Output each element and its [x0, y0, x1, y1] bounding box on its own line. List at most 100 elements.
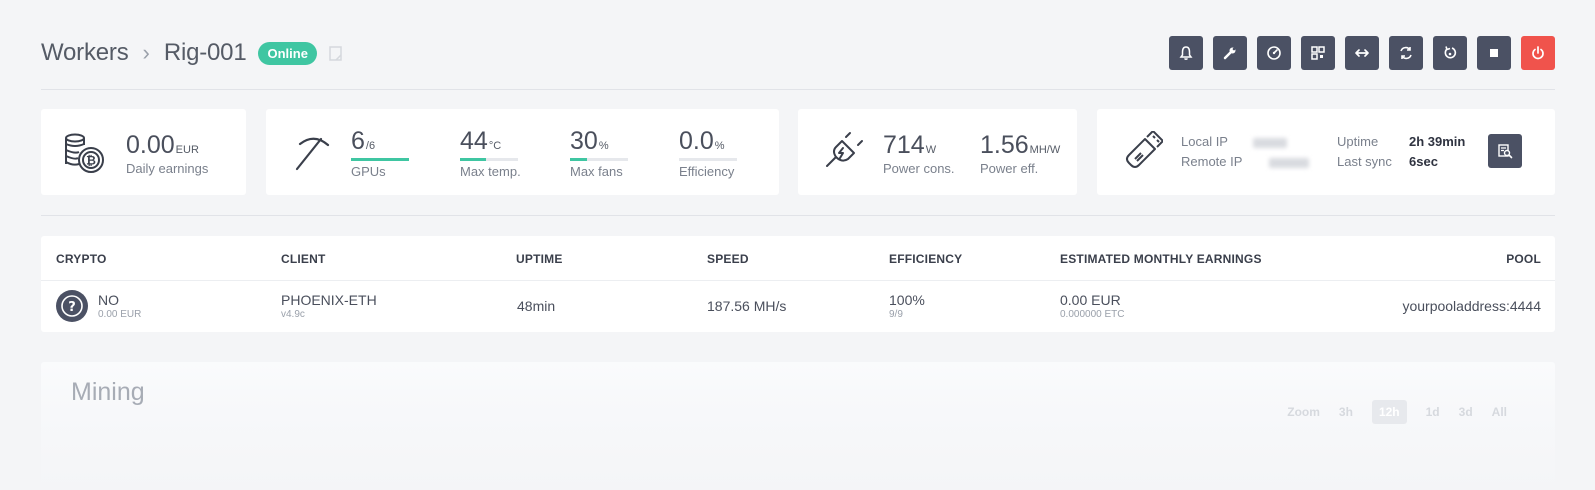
- column-header-estimated-earnings: ESTIMATED MONTHLY EARNINGS: [1060, 252, 1262, 266]
- max-temp-value: 44: [460, 127, 488, 155]
- gauge-icon: [1267, 46, 1281, 60]
- network-card: Local IP Remote IP Uptime 2h 39min Last s…: [1097, 109, 1555, 195]
- last-sync-value: 6sec: [1409, 154, 1438, 169]
- zoom-3h[interactable]: 3h: [1339, 405, 1353, 419]
- wrench-icon: [1223, 47, 1236, 60]
- table-header-divider: [41, 280, 1555, 281]
- daily-earnings-unit: EUR: [175, 144, 199, 156]
- column-header-crypto: CRYPTO: [56, 252, 107, 266]
- power-card: 714W Power cons. 1.56MH/W Power eff.: [798, 109, 1077, 195]
- power-button[interactable]: [1521, 36, 1555, 70]
- column-header-pool: POOL: [1506, 252, 1541, 266]
- power-icon: [1532, 46, 1544, 60]
- efficiency-value: 0.0: [679, 127, 714, 155]
- efficiency-label: Efficiency: [679, 164, 735, 179]
- zoom-1d[interactable]: 1d: [1426, 405, 1440, 419]
- zoom-label: Zoom: [1287, 405, 1320, 419]
- efficiency-shares: 9/9: [889, 309, 903, 320]
- speed-cell: 187.56 MH/s: [707, 298, 787, 314]
- page-title: Rig-001: [163, 39, 247, 66]
- power-consumption-unit: W: [925, 144, 937, 156]
- daily-earnings-label: Daily earnings: [126, 161, 209, 176]
- power-consumption-label: Power cons.: [883, 161, 955, 176]
- sync-button[interactable]: [1389, 36, 1423, 70]
- uptime-cell: 48min: [517, 298, 556, 314]
- zoom-all[interactable]: All: [1492, 405, 1507, 419]
- stop-icon: [1490, 49, 1498, 57]
- zoom-controls: Zoom 3h 12h 1d 3d All: [1287, 400, 1507, 424]
- page-header: Workers › Rig-001 Online: [41, 36, 1555, 70]
- qrcode-icon: [1311, 46, 1325, 60]
- qr-button[interactable]: [1301, 36, 1335, 70]
- coins-bitcoin-icon: ₿: [65, 133, 104, 173]
- view-logs-button[interactable]: [1488, 134, 1522, 168]
- max-fans-value: 30: [570, 127, 598, 155]
- restart-icon: [1444, 46, 1457, 59]
- notifications-button[interactable]: [1169, 36, 1203, 70]
- hardware-card: 6/6 GPUs 44°C Max temp. 30% Max fans 0.0…: [266, 109, 779, 195]
- earnings-card: ₿ 0.00EUR Daily earnings: [41, 109, 246, 195]
- power-efficiency-label: Power eff.: [980, 161, 1039, 176]
- crypto-name: NO: [98, 292, 119, 308]
- usb-stick-icon: [1126, 131, 1163, 168]
- gpus-label: GPUs: [351, 164, 386, 179]
- search-document-icon: [1498, 144, 1513, 159]
- breadcrumb-workers[interactable]: Workers: [41, 39, 129, 67]
- action-toolbar: [1159, 36, 1555, 70]
- power-efficiency-value: 1.56: [980, 131, 1029, 159]
- max-fans-bar: [570, 158, 628, 161]
- gpus-value: 6: [351, 127, 365, 155]
- power-efficiency-unit: MH/W: [1029, 144, 1061, 156]
- max-temp-unit: °C: [488, 140, 502, 152]
- pickaxe-icon: [295, 137, 330, 171]
- max-fans-label: Max fans: [570, 164, 623, 179]
- note-icon[interactable]: [329, 45, 342, 61]
- svg-text:?: ?: [68, 300, 76, 315]
- transfer-button[interactable]: [1345, 36, 1379, 70]
- zoom-12h[interactable]: 12h: [1371, 400, 1407, 424]
- earnings-crypto: 0.000000 ETC: [1060, 309, 1125, 320]
- column-header-client: CLIENT: [281, 252, 326, 266]
- local-ip-label: Local IP: [1181, 134, 1228, 149]
- column-header-speed: SPEED: [707, 252, 749, 266]
- status-badge: Online: [258, 41, 317, 65]
- client-name: PHOENIX-ETH: [281, 292, 377, 308]
- stop-button[interactable]: [1477, 36, 1511, 70]
- overclock-button[interactable]: [1257, 36, 1291, 70]
- svg-text:₿: ₿: [86, 154, 96, 168]
- unknown-coin-icon: ?: [56, 290, 88, 322]
- divider: [41, 89, 1555, 90]
- column-header-efficiency: EFFICIENCY: [889, 252, 963, 266]
- client-version: v4.9c: [281, 309, 305, 320]
- max-temp-bar: [460, 158, 518, 161]
- local-ip-value: [1253, 137, 1288, 148]
- remote-ip-label: Remote IP: [1181, 154, 1243, 169]
- mining-panel: Mining Zoom 3h 12h 1d 3d All: [41, 362, 1555, 490]
- breadcrumb-separator: ›: [142, 40, 150, 65]
- crypto-value: 0.00 EUR: [98, 309, 142, 320]
- plug-icon: [826, 132, 863, 167]
- restart-button[interactable]: [1433, 36, 1467, 70]
- sync-icon: [1400, 46, 1412, 60]
- arrows-horizontal-icon: [1355, 49, 1369, 57]
- earnings-cell: 0.00 EUR: [1060, 292, 1121, 308]
- settings-button[interactable]: [1213, 36, 1247, 70]
- last-sync-label: Last sync: [1337, 154, 1392, 169]
- remote-ip-value: [1268, 157, 1309, 168]
- bell-icon: [1179, 46, 1193, 60]
- power-consumption-value: 714: [883, 131, 925, 159]
- pool-cell: yourpooladdress:4444: [1402, 298, 1541, 314]
- max-temp-label: Max temp.: [460, 164, 521, 179]
- efficiency-bar: [679, 158, 737, 161]
- efficiency-unit: %: [714, 140, 725, 152]
- gpus-unit: /6: [365, 140, 376, 152]
- uptime-value: 2h 39min: [1409, 134, 1466, 149]
- max-fans-unit: %: [598, 140, 609, 152]
- zoom-3d[interactable]: 3d: [1459, 405, 1473, 419]
- mining-title: Mining: [71, 378, 145, 406]
- daily-earnings-value: 0.00: [126, 131, 175, 159]
- divider: [41, 215, 1555, 216]
- column-header-uptime: UPTIME: [516, 252, 563, 266]
- gpus-bar: [351, 158, 409, 161]
- miner-table: CRYPTO CLIENT UPTIME SPEED EFFICIENCY ES…: [41, 236, 1555, 332]
